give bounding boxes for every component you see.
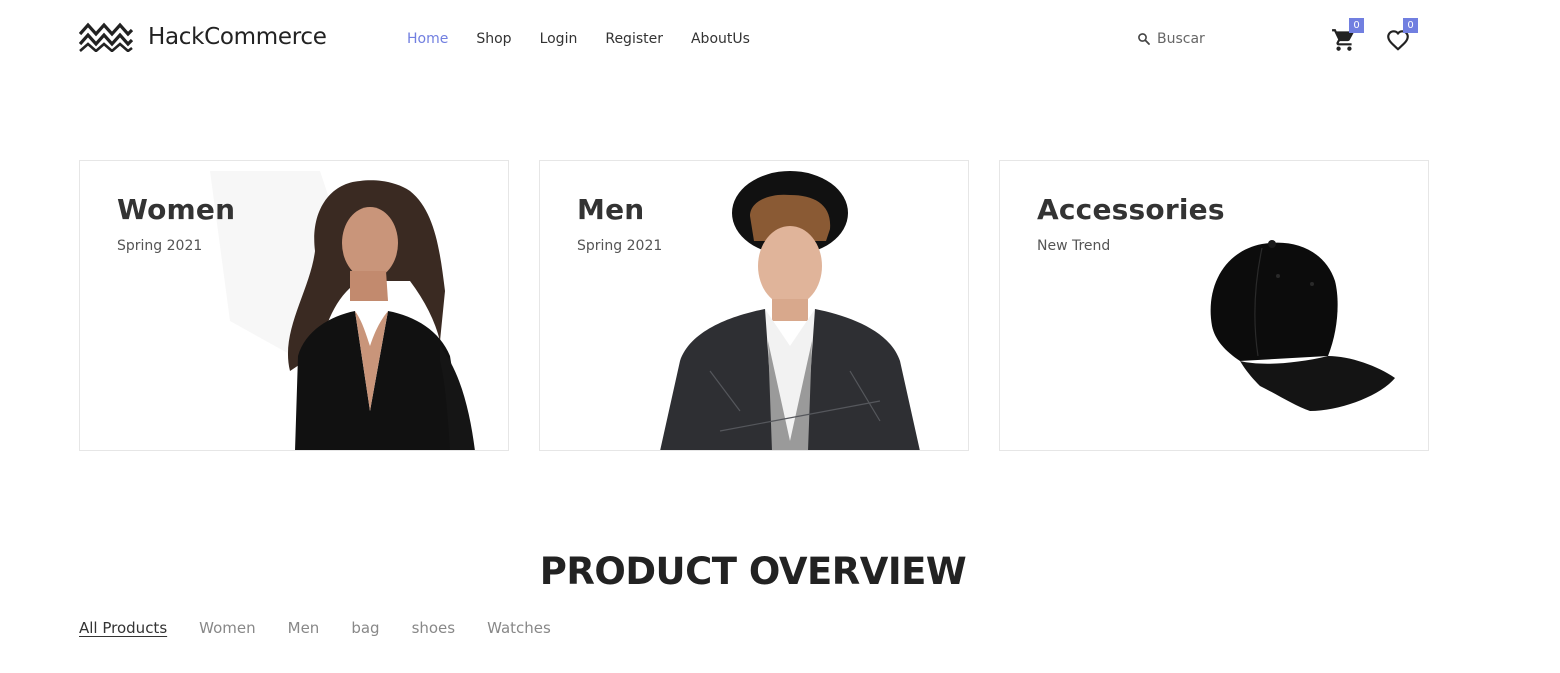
filter-watches[interactable]: Watches [487,618,551,638]
cap-image [1210,240,1395,411]
nav-register[interactable]: Register [605,29,663,49]
banner-title: Women [117,193,236,226]
filter-all-products[interactable]: All Products [79,618,167,638]
cart-button[interactable]: 0 [1329,18,1364,54]
banner-subtitle: Spring 2021 [117,238,203,254]
search-icon[interactable] [1137,32,1151,46]
banner-men[interactable]: Men Spring 2021 [539,160,969,451]
brand-name: HackCommerce [148,24,327,50]
women-model-image [210,171,475,450]
filter-men[interactable]: Men [288,618,320,638]
main-nav: Home Shop Login Register AboutUs [407,29,778,49]
banner-title: Men [577,193,645,226]
filter-shoes[interactable]: shoes [412,618,456,638]
banner-subtitle: Spring 2021 [577,238,663,254]
filter-bag[interactable]: bag [351,618,379,638]
banner-accessories[interactable]: Accessories New Trend [999,160,1429,451]
banner-women[interactable]: Women Spring 2021 [79,160,509,451]
wave-logo-icon [79,22,133,52]
nav-home[interactable]: Home [407,29,448,49]
search-input[interactable] [1157,31,1297,47]
site-header: HackCommerce Home Shop Login Register Ab… [0,0,1560,78]
nav-shop[interactable]: Shop [476,29,511,49]
product-filter-bar: All Products Women Men bag shoes Watches [79,618,583,638]
filter-women[interactable]: Women [199,618,255,638]
men-model-image [660,171,920,450]
wishlist-button[interactable]: 0 [1383,18,1418,54]
banner-subtitle: New Trend [1037,238,1111,254]
nav-aboutus[interactable]: AboutUs [691,29,750,49]
nav-login[interactable]: Login [540,29,578,49]
product-overview-heading: PRODUCT OVERVIEW [539,550,967,593]
search-box [1137,28,1307,50]
banner-title: Accessories [1037,193,1225,226]
wishlist-count-badge: 0 [1403,18,1418,33]
brand-logo[interactable]: HackCommerce [79,22,327,52]
cart-count-badge: 0 [1349,18,1364,33]
